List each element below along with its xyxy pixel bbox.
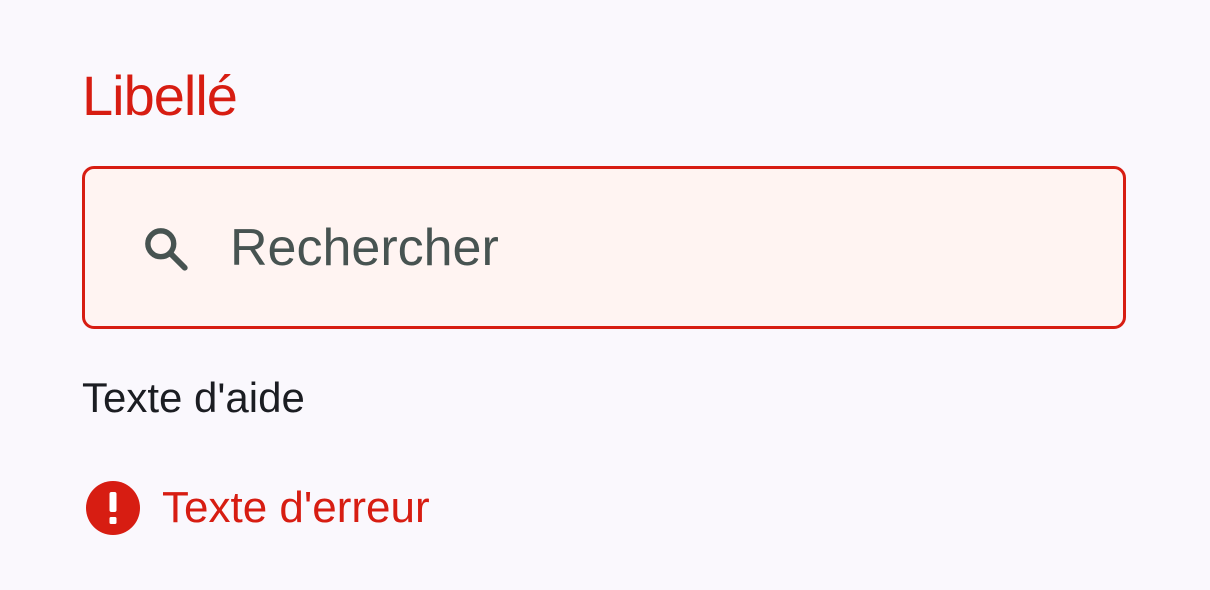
error-message: Texte d'erreur — [86, 478, 430, 538]
helper-text: Texte d'aide — [82, 374, 305, 421]
field-label: Libellé — [82, 64, 238, 127]
search-icon — [145, 228, 188, 271]
search-input[interactable] — [230, 214, 1090, 282]
error-text: Texte d'erreur — [162, 483, 430, 532]
error-exclamation-icon — [86, 481, 140, 535]
search-input-container[interactable] — [82, 166, 1126, 329]
